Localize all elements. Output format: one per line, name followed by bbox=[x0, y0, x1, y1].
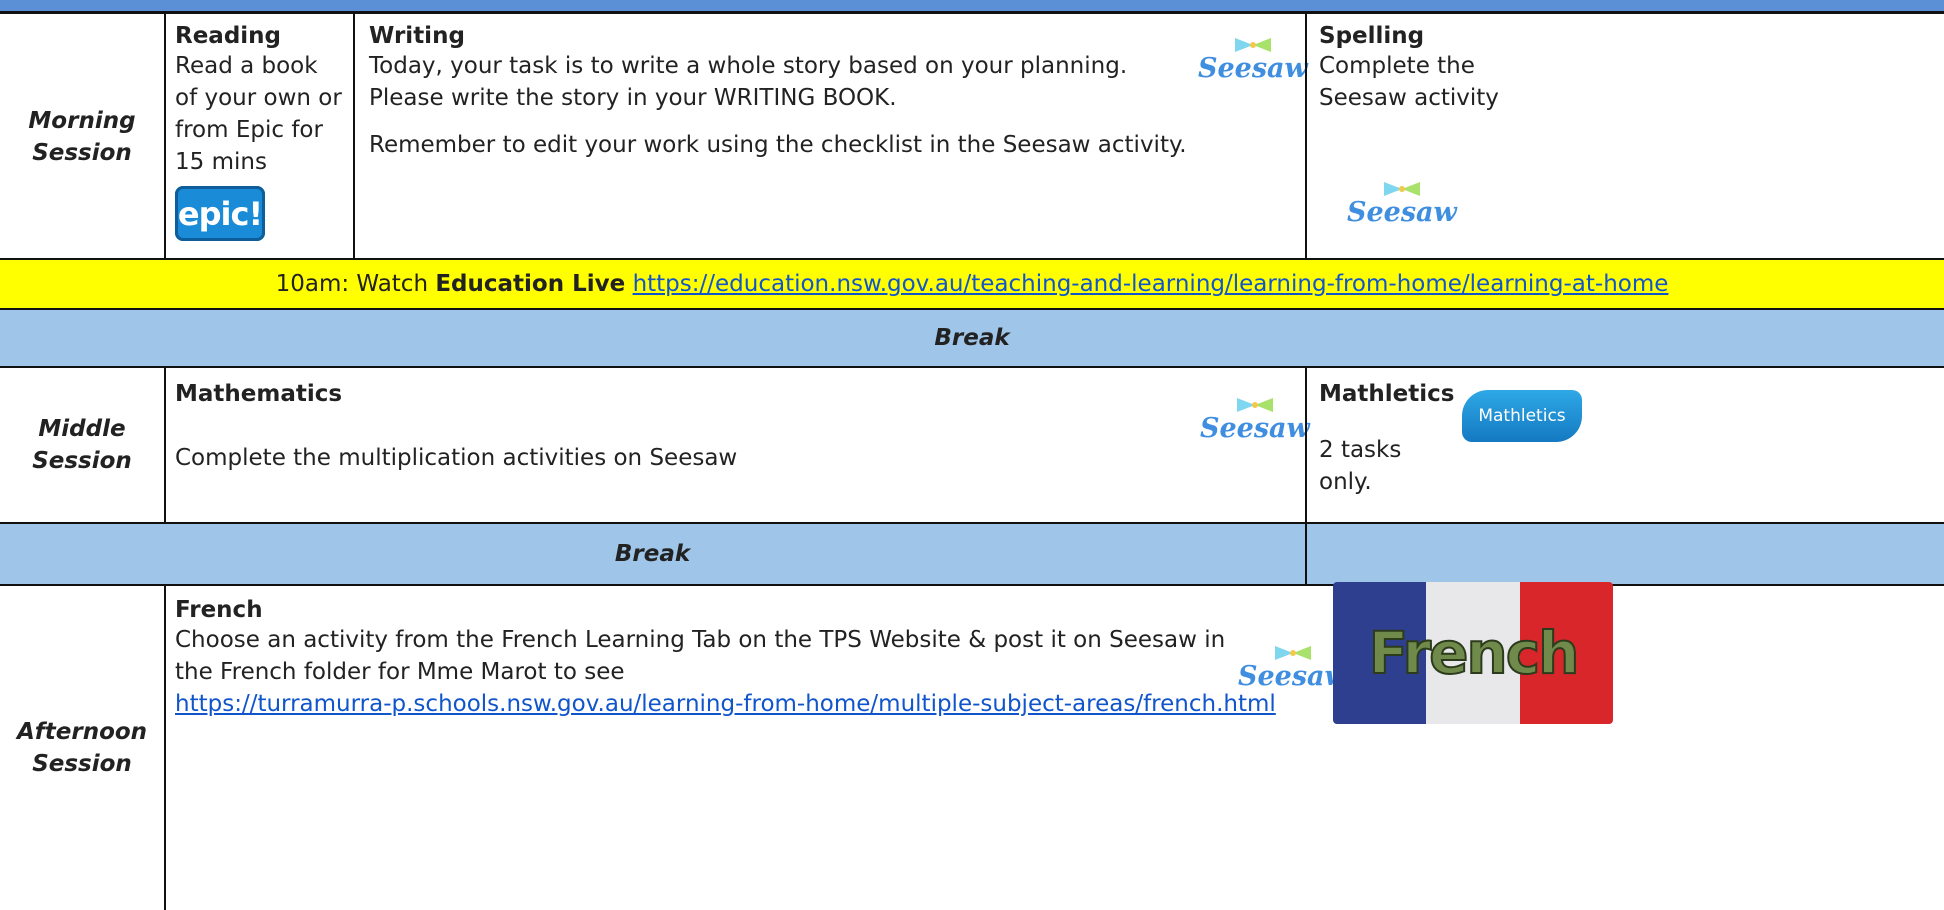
break-label: Break bbox=[614, 541, 691, 567]
reading-cell: Reading Read a book of your own or from … bbox=[164, 14, 353, 260]
mathletics-logo-text: Mathletics bbox=[1478, 406, 1566, 426]
writing-line: Today, your task is to write a whole sto… bbox=[369, 53, 1128, 79]
morning-session-label: Morning Session bbox=[0, 14, 164, 260]
seesaw-logo-icon[interactable]: Seesaw bbox=[1238, 644, 1348, 692]
afternoon-row: Afternoon Session French Choose an activ… bbox=[0, 582, 1944, 910]
seesaw-bow-icon bbox=[1383, 182, 1420, 196]
spelling-cell: Spelling Complete the Seesaw activity Se… bbox=[1305, 14, 1944, 260]
french-title: French bbox=[175, 597, 263, 623]
mathletics-title: Mathletics bbox=[1319, 381, 1455, 407]
reading-line: of your own or bbox=[175, 85, 342, 111]
break-label: Break bbox=[934, 325, 1010, 351]
middle-row: Middle Session Mathematics Complete the … bbox=[0, 368, 1944, 522]
mathletics-line: 2 tasks bbox=[1319, 437, 1402, 463]
seesaw-bow-icon bbox=[1274, 646, 1311, 660]
seesaw-word: Seesaw bbox=[1347, 197, 1457, 228]
table-header-bar bbox=[0, 0, 1944, 14]
session-label-line: Afternoon bbox=[16, 719, 148, 745]
mathletics-line: only. bbox=[1319, 469, 1372, 495]
banner-prefix: 10am: Watch bbox=[275, 271, 436, 297]
french-link[interactable]: https://turramurra-p.schools.nsw.gov.au/… bbox=[175, 691, 1276, 717]
session-label-line: Session bbox=[32, 140, 132, 166]
epic-logo-icon[interactable]: epic! bbox=[175, 186, 265, 241]
education-live-banner: 10am: Watch Education Live https://educa… bbox=[0, 260, 1944, 308]
mathematics-text: Complete the multiplication activities o… bbox=[175, 445, 738, 471]
reading-line: Read a book bbox=[175, 53, 318, 79]
banner-space bbox=[625, 271, 632, 297]
mathematics-title: Mathematics bbox=[175, 381, 343, 407]
reading-line: 15 mins bbox=[175, 149, 267, 175]
reading-line: from Epic for bbox=[175, 117, 323, 143]
education-live-link[interactable]: https://education.nsw.gov.au/teaching-an… bbox=[633, 271, 1669, 297]
seesaw-logo-icon[interactable]: Seesaw bbox=[1200, 396, 1310, 444]
writing-cell: Writing Today, your task is to write a w… bbox=[353, 14, 1308, 260]
writing-line: Please write the story in your WRITING B… bbox=[369, 85, 897, 111]
morning-row: Morning Session Reading Read a book of y… bbox=[0, 14, 1944, 260]
session-label-line: Session bbox=[32, 448, 132, 474]
writing-line: Remember to edit your work using the che… bbox=[369, 132, 1187, 158]
writing-title: Writing bbox=[369, 23, 465, 49]
spelling-title: Spelling bbox=[1319, 23, 1425, 49]
mathletics-logo-icon[interactable]: Mathletics bbox=[1462, 390, 1582, 442]
french-flag-image: French bbox=[1333, 582, 1613, 724]
spelling-line: Complete the bbox=[1319, 53, 1475, 79]
seesaw-word: Seesaw bbox=[1198, 53, 1308, 84]
spelling-line: Seesaw activity bbox=[1319, 85, 1499, 111]
break-row: Break bbox=[0, 310, 1944, 366]
seesaw-bow-icon bbox=[1234, 38, 1271, 52]
session-label-line: Middle bbox=[38, 416, 126, 442]
french-line: Choose an activity from the French Learn… bbox=[175, 627, 1226, 653]
french-cell: French Choose an activity from the Frenc… bbox=[164, 582, 1944, 910]
seesaw-logo-icon[interactable]: Seesaw bbox=[1347, 180, 1457, 228]
break-row: Break bbox=[0, 524, 1944, 584]
seesaw-word: Seesaw bbox=[1200, 413, 1310, 444]
break-empty-cell bbox=[1305, 524, 1944, 584]
french-image-text: French bbox=[1368, 618, 1581, 688]
afternoon-session-label: Afternoon Session bbox=[0, 586, 164, 910]
banner-bold: Education Live bbox=[435, 271, 626, 297]
mathletics-cell: Mathletics 2 tasks only. Mathletics bbox=[1305, 368, 1944, 522]
seesaw-bow-icon bbox=[1236, 398, 1273, 412]
seesaw-logo-icon[interactable]: Seesaw bbox=[1198, 36, 1308, 84]
reading-title: Reading bbox=[175, 23, 282, 49]
french-line: the French folder for Mme Marot to see bbox=[175, 659, 625, 685]
session-label-line: Morning bbox=[28, 108, 136, 134]
mathematics-cell: Mathematics Complete the multiplication … bbox=[164, 368, 1310, 522]
session-label-line: Session bbox=[32, 751, 132, 777]
seesaw-word: Seesaw bbox=[1238, 661, 1348, 692]
middle-session-label: Middle Session bbox=[0, 368, 164, 522]
french-link-line: https://turramurra-p.schools.nsw.gov.au/… bbox=[175, 688, 1944, 720]
epic-logo-text: epic! bbox=[177, 194, 263, 233]
